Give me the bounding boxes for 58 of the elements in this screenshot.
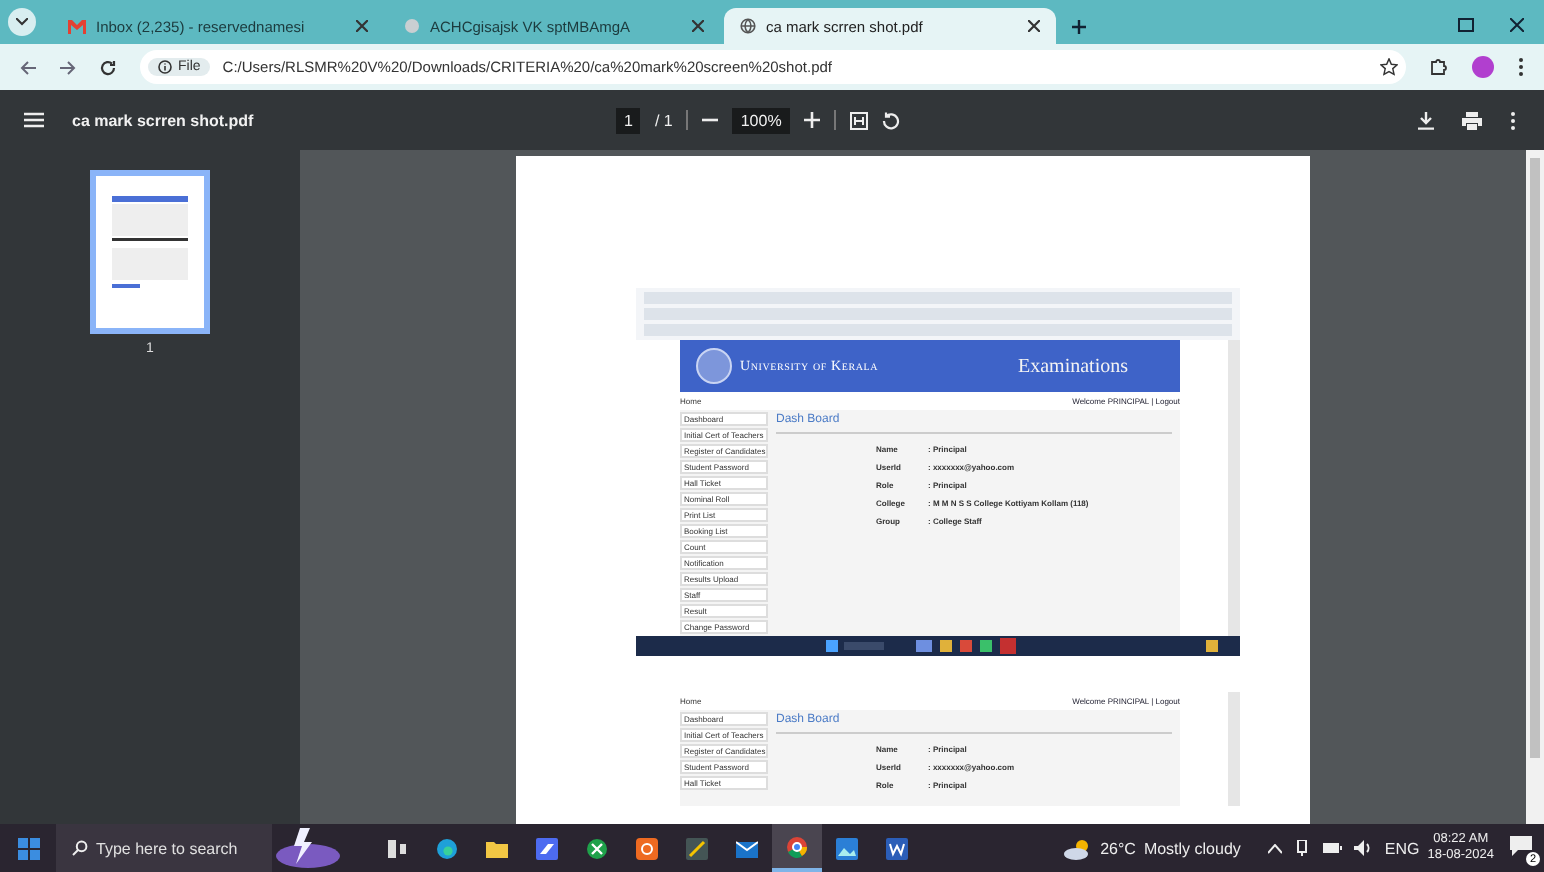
close-icon[interactable] (1028, 20, 1040, 32)
zoom-field[interactable]: 100% (732, 107, 790, 133)
snipping-icon[interactable] (686, 837, 708, 859)
edge-icon[interactable] (436, 837, 458, 859)
page-thumbnail[interactable] (90, 170, 210, 334)
globe-icon (740, 18, 756, 34)
print-icon[interactable] (1462, 111, 1482, 129)
battery-icon[interactable] (1322, 842, 1343, 854)
fit-page-icon[interactable] (849, 111, 868, 129)
xbox-icon[interactable] (586, 837, 608, 859)
weather-widget[interactable]: 26°C Mostly cloudy (1064, 837, 1241, 859)
app-icon[interactable] (636, 837, 658, 859)
word-icon[interactable] (886, 837, 908, 859)
chrome-icon[interactable] (786, 835, 808, 857)
task-view-icon[interactable] (386, 837, 408, 859)
search-field[interactable]: Type here to search (56, 824, 272, 872)
search-icon[interactable] (72, 840, 88, 856)
app-icon[interactable] (536, 837, 558, 859)
more-icon[interactable] (1510, 111, 1516, 129)
close-icon[interactable] (1510, 18, 1524, 32)
new-tab-icon[interactable] (1072, 20, 1086, 34)
mail-icon (68, 19, 86, 33)
cloud-sun-icon (1064, 837, 1093, 859)
language-indicator[interactable]: ENG (1384, 839, 1420, 857)
download-icon[interactable] (1418, 111, 1434, 129)
scrollbar[interactable] (1526, 150, 1544, 824)
more-icon[interactable] (1518, 58, 1524, 76)
reload-icon[interactable] (100, 59, 116, 75)
info-icon (158, 60, 172, 74)
menu-icon[interactable] (24, 112, 44, 128)
page-count: / 1 (654, 111, 673, 129)
restore-icon[interactable] (1458, 18, 1474, 32)
photos-icon[interactable] (836, 837, 858, 859)
close-icon[interactable] (356, 20, 368, 32)
document-title: ca mark scrren shot.pdf (72, 111, 254, 129)
rotate-icon[interactable] (881, 111, 900, 129)
forward-icon[interactable] (60, 59, 76, 75)
weather-art-drawing (272, 824, 344, 872)
star-icon[interactable] (1380, 58, 1398, 76)
close-icon[interactable] (692, 20, 704, 32)
back-icon[interactable] (20, 59, 36, 75)
seal-icon (696, 348, 732, 384)
profile-avatar[interactable] (1472, 56, 1494, 78)
mail-icon[interactable] (736, 837, 758, 859)
windows-start-icon[interactable] (17, 837, 39, 859)
page-number-field[interactable]: 1 (616, 107, 641, 133)
volume-icon[interactable] (1354, 840, 1373, 856)
chevron-up-icon[interactable] (1268, 843, 1283, 853)
folder-icon[interactable] (486, 837, 508, 859)
page-icon (404, 18, 420, 34)
extensions-icon[interactable] (1430, 58, 1448, 76)
chevron-down-icon (16, 18, 28, 26)
tab-search-button[interactable] (8, 8, 36, 36)
zoom-in-icon[interactable] (803, 112, 820, 128)
weather-condition: Mostly cloudy (1143, 839, 1241, 857)
section-title: Examinations (1018, 355, 1128, 377)
network-icon[interactable] (1294, 840, 1311, 856)
temperature: 26°C (1100, 839, 1136, 857)
